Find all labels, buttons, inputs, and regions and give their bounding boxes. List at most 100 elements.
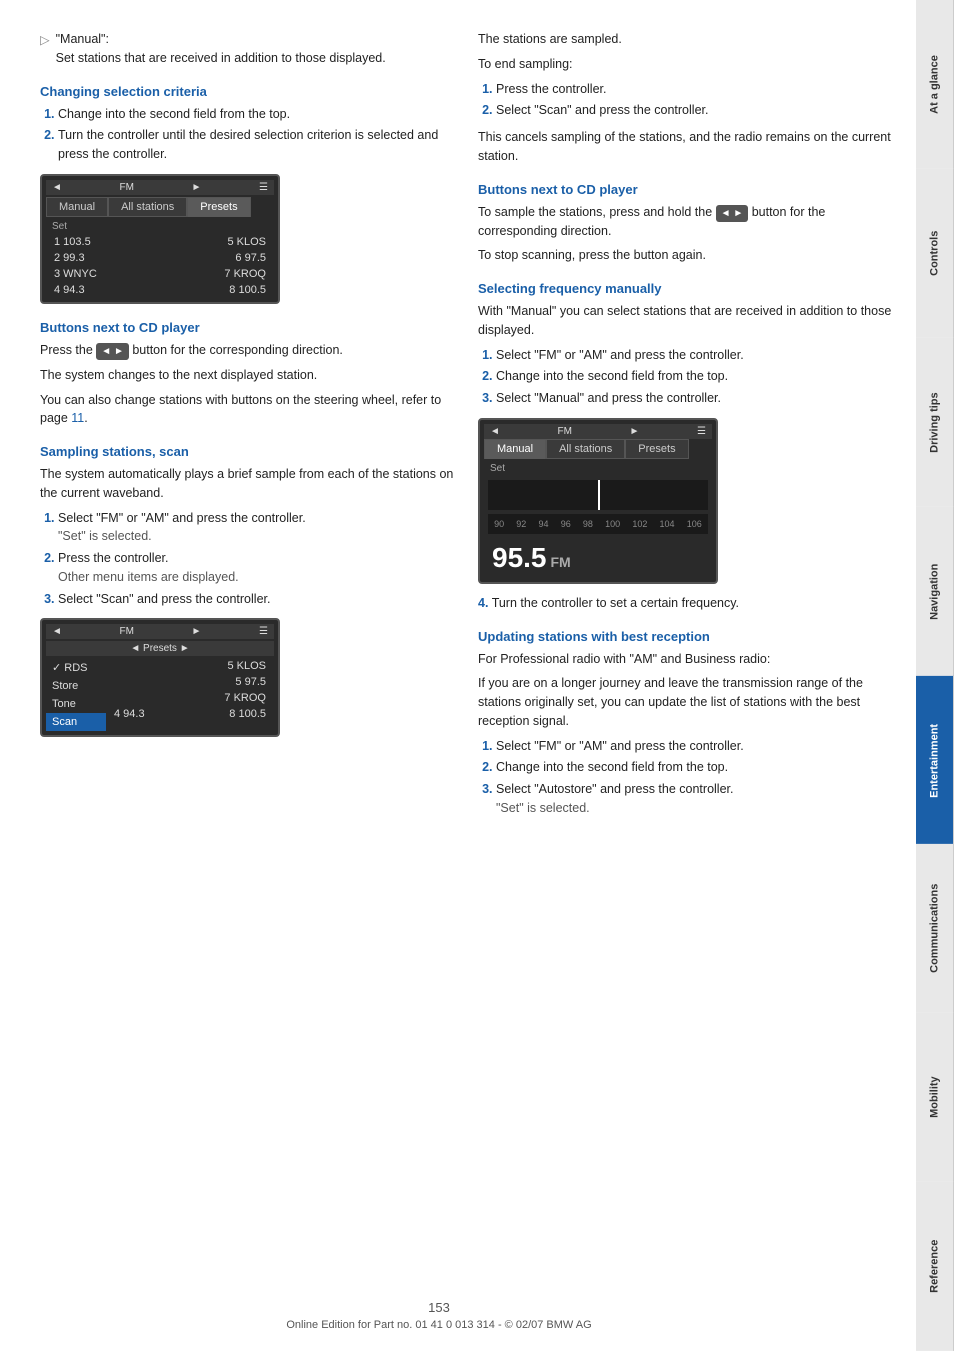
right-column: The stations are sampled. To end samplin… [478,30,896,826]
scan-step-1-sub: "Set" is selected. [58,529,152,543]
device-top-bar-1: ◄ FM ► ☰ [46,180,274,195]
scan-station-1: 5 KLOS [106,658,274,674]
freq-102: 102 [632,519,647,529]
freq-104: 104 [660,519,675,529]
end-steps-list: Press the controller. Select "Scan" and … [496,80,896,121]
scan-menu-scan[interactable]: Scan [46,713,106,731]
manual-back-icon: ◄ [490,426,500,437]
update-step-3-sub: "Set" is selected. [496,801,590,815]
device-tab-presets-3[interactable]: Presets [625,439,688,459]
device-tab-manual-3[interactable]: Manual [484,439,546,459]
device-set-label-3: Set [484,461,712,476]
sidebar-tab-controls[interactable]: Controls [916,169,954,338]
device-tab-all-stations[interactable]: All stations [108,197,187,217]
manual-freq-steps: Select "FM" or "AM" and press the contro… [496,346,896,408]
freq-value: 95.5 [492,542,547,574]
device-tab-manual[interactable]: Manual [46,197,108,217]
update-para-1: For Professional radio with "AM" and Bus… [478,650,896,669]
scan-menu-icon: ☰ [259,626,268,637]
freq-96: 96 [561,519,571,529]
scan-para-1: The system automatically plays a brief s… [40,465,458,503]
manual-menu-icon: ☰ [697,426,706,437]
bullet-arrow-icon: ▷ [40,31,50,68]
scan-menu-store: Store [46,677,106,695]
page-number: 153 [0,1300,878,1315]
device-row-3: 3 WNYC7 KROQ [46,266,274,282]
sidebar-tab-mobility[interactable]: Mobility [916,1013,954,1182]
update-para-2: If you are on a longer journey and leave… [478,674,896,730]
page-footer: 153 Online Edition for Part no. 01 41 0 … [0,1300,878,1331]
device-set-label-1: Set [46,219,274,234]
manual-bullet-label: "Manual": [56,32,109,46]
device-screen-1: ◄ FM ► ☰ Manual All stations Presets Set… [40,174,280,304]
scan-forward-icon: ► [192,626,202,637]
device-forward-icon: ► [192,182,202,193]
update-step-2: Change into the second field from the to… [496,758,896,777]
scan-stations: 5 KLOS 5 97.5 7 KROQ 4 94.38 100.5 [106,658,274,731]
manual-step-2: Change into the second field from the to… [496,367,896,386]
scan-menu-left: ✓ RDS Store Tone Scan [46,658,106,731]
device-screen-3: ◄ FM ► ☰ Manual All stations Presets Set… [478,418,718,584]
page-ref-link[interactable]: 11 [71,411,84,425]
update-step-1: Select "FM" or "AM" and press the contro… [496,737,896,756]
freq-unit-label: FM [551,554,571,570]
selection-step-2: Turn the controller until the desired se… [58,126,458,164]
freq-labels: 90 92 94 96 98 100 102 104 106 [488,514,708,534]
scan-back-icon: ◄ [52,626,62,637]
scan-step-3: Select "Scan" and press the controller. [58,590,458,609]
cd-right-para-2: To stop scanning, press the button again… [478,246,896,265]
sidebar-tab-entertainment[interactable]: Entertainment [916,676,954,845]
sidebar-tab-navigation[interactable]: Navigation [916,507,954,676]
section-heading-scan: Sampling stations, scan [40,444,458,459]
scan-station-3: 7 KROQ [106,690,274,706]
step4-text: 4. Turn the controller to set a certain … [478,594,896,613]
device-tab-presets[interactable]: Presets [187,197,250,217]
sidebar-tab-communications[interactable]: Communications [916,844,954,1013]
freq-94: 94 [539,519,549,529]
section-heading-selection: Changing selection criteria [40,84,458,99]
sampling-para: The stations are sampled. [478,30,896,49]
device-menu-icon: ☰ [259,182,268,193]
cd-right-para-1: To sample the stations, press and hold t… [478,203,896,241]
cd-para-1: Press the ◄ ► button for the correspondi… [40,341,458,360]
left-column: ▷ "Manual": Set stations that are receiv… [40,30,458,826]
manual-bullet-desc: Set stations that are received in additi… [56,51,386,65]
freq-display-large: 95.5 FM [484,538,712,578]
manual-forward-icon: ► [630,426,640,437]
sidebar-tab-reference[interactable]: Reference [916,1182,954,1351]
sidebar-tab-at-a-glance[interactable]: At a glance [916,0,954,169]
section-heading-update: Updating stations with best reception [478,629,896,644]
copyright-text: Online Edition for Part no. 01 41 0 013 … [0,1319,878,1331]
scan-steps-list: Select "FM" or "AM" and press the contro… [58,509,458,609]
scan-menu-tone: Tone [46,695,106,713]
scan-mode-label: FM [119,626,133,637]
manual-mode-label: FM [557,426,571,437]
device-mode-label: FM [119,182,133,193]
freq-98: 98 [583,519,593,529]
to-end-para: To end sampling: [478,55,896,74]
scan-step-1: Select "FM" or "AM" and press the contro… [58,509,458,547]
scan-content-area: ✓ RDS Store Tone Scan 5 KLOS 5 97.5 7 KR… [46,658,274,731]
device-tabs-3: Manual All stations Presets [484,439,712,459]
sidebar-tab-driving-tips[interactable]: Driving tips [916,338,954,507]
freq-92: 92 [516,519,526,529]
manual-step-3: Select "Manual" and press the controller… [496,389,896,408]
freq-106: 106 [687,519,702,529]
manual-freq-para: With "Manual" you can select stations th… [478,302,896,340]
cancel-para: This cancels sampling of the stations, a… [478,128,896,166]
device-row-2: 2 99.36 97.5 [46,250,274,266]
device-back-icon: ◄ [52,182,62,193]
freq-scale-bar: 90 92 94 96 98 100 102 104 106 [488,514,708,534]
sidebar: At a glance Controls Driving tips Naviga… [916,0,954,1351]
device-row-1: 1 103.55 KLOS [46,234,274,250]
section-heading-cd-left: Buttons next to CD player [40,320,458,335]
section-heading-manual-freq: Selecting frequency manually [478,281,896,296]
cd-para-2: The system changes to the next displayed… [40,366,458,385]
device-tabs-1: Manual All stations Presets [46,197,274,217]
update-step-3: Select "Autostore" and press the control… [496,780,896,818]
scan-presets-bar: ◄ Presets ► [46,641,274,656]
device-tab-all-stations-3[interactable]: All stations [546,439,625,459]
freq-cursor [598,480,600,510]
cd-para-3: You can also change stations with button… [40,391,458,429]
manual-step-1: Select "FM" or "AM" and press the contro… [496,346,896,365]
